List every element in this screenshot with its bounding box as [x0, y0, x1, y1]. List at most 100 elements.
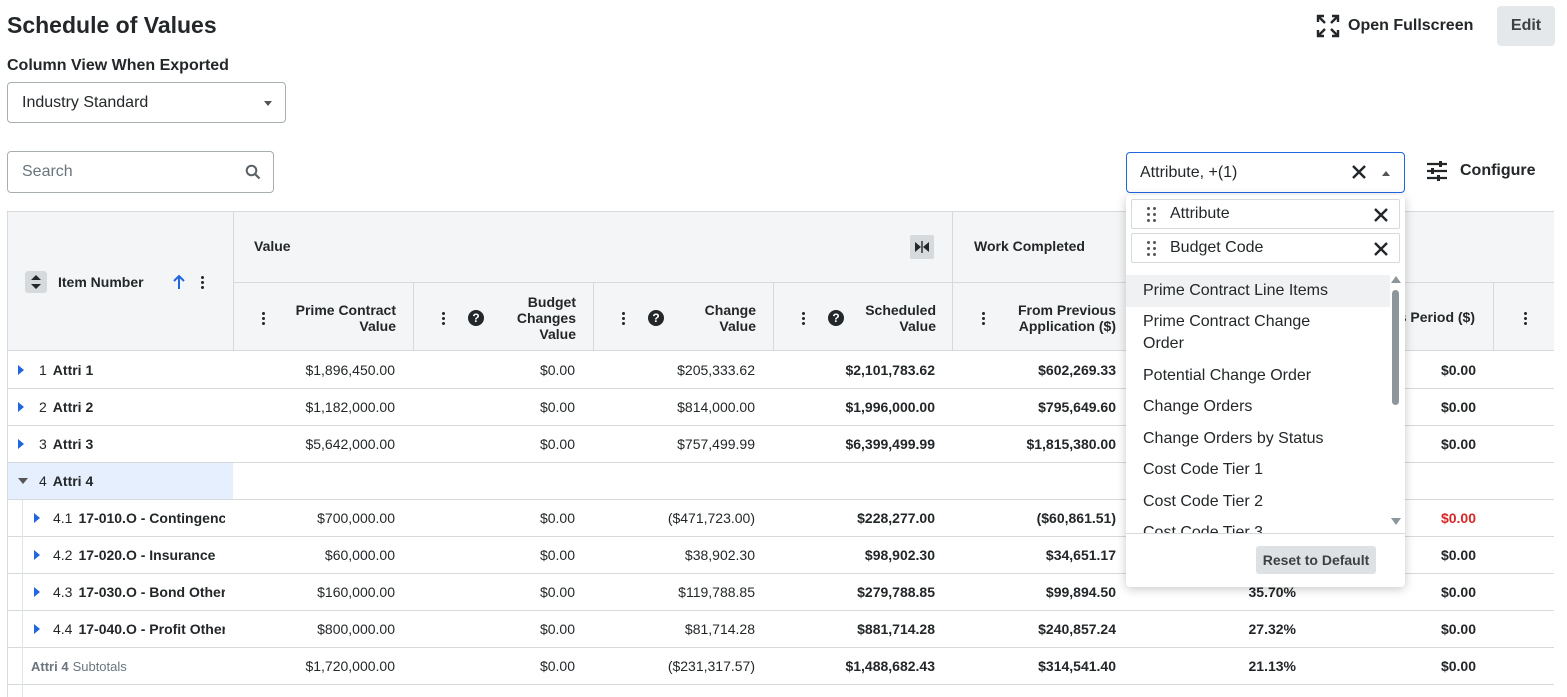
column-view-select[interactable]: Industry Standard — [7, 82, 286, 123]
expand-caret-icon[interactable] — [34, 573, 40, 610]
cell-scheduled-value: $2,101,783.62 — [845, 361, 935, 378]
chip-label: Attribute — [1170, 205, 1230, 222]
column-menu-icon[interactable] — [1522, 308, 1528, 328]
sort-icon — [25, 271, 47, 293]
group-by-value: Attribute, +(1) — [1140, 163, 1238, 181]
column-menu-icon[interactable] — [260, 308, 266, 328]
collapse-caret-icon[interactable] — [18, 462, 28, 499]
column-menu-icon[interactable] — [440, 308, 446, 328]
column-view-value: Industry Standard — [22, 93, 149, 111]
configure-button[interactable]: Configure — [1426, 160, 1536, 182]
option-cost-code-tier-2[interactable]: Cost Code Tier 2 — [1126, 491, 1390, 513]
chevron-up-icon[interactable] — [1382, 171, 1390, 176]
column-menu-icon[interactable] — [620, 308, 626, 328]
clear-icon[interactable] — [1350, 163, 1368, 181]
cell-change-value: $757,499.99 — [677, 435, 755, 452]
edit-button[interactable]: Edit — [1497, 6, 1555, 46]
arrow-up-icon[interactable] — [171, 272, 187, 292]
option-change-orders-by-status[interactable]: Change Orders by Status — [1126, 428, 1390, 450]
help-icon[interactable]: ? — [648, 308, 664, 328]
group-by-dropdown: Attribute Budget Code Prime Contract Lin… — [1126, 195, 1405, 587]
option-prime-contract-line-items[interactable]: Prime Contract Line Items — [1126, 275, 1390, 307]
subtotal-change-value: ($231,317.57) — [667, 658, 755, 674]
sort-toggle-button[interactable] — [25, 270, 47, 294]
option-potential-change-order[interactable]: Potential Change Order — [1126, 365, 1390, 387]
remove-icon[interactable] — [1373, 241, 1389, 257]
column-menu-icon[interactable] — [980, 308, 986, 328]
option-prime-contract-change-order[interactable]: Prime Contract Change Order — [1126, 311, 1326, 355]
option-cost-code-tier-1[interactable]: Cost Code Tier 1 — [1126, 459, 1390, 481]
expand-caret-icon[interactable] — [34, 536, 40, 573]
item-label: 3 Attri 3 — [39, 435, 94, 452]
search-box[interactable] — [7, 151, 274, 193]
scroll-up-icon[interactable] — [1391, 275, 1401, 283]
option-cost-code-tier-3[interactable]: Cost Code Tier 3 — [1126, 522, 1390, 533]
chip-budget-code[interactable]: Budget Code — [1131, 233, 1400, 263]
change-value-header: Change Value — [704, 302, 756, 334]
cell-from-previous: ($60,861.51) — [1036, 509, 1116, 526]
item-label: 4.1 17-010.O - Contingency — [53, 509, 225, 526]
cell-prime-contract-value: $60,000.00 — [324, 546, 395, 563]
expand-icon — [1316, 14, 1340, 38]
search-input[interactable] — [22, 163, 232, 181]
column-menu-icon[interactable] — [800, 308, 806, 328]
expand-caret-icon[interactable] — [18, 351, 24, 388]
cell-budget-changes-value: $0.00 — [539, 546, 575, 563]
drag-handle-icon[interactable] — [1147, 206, 1156, 222]
cell-scheduled-value: $228,277.00 — [857, 509, 935, 526]
group-by-select[interactable]: Attribute, +(1) — [1126, 152, 1405, 193]
expand-caret-icon[interactable] — [18, 388, 24, 425]
chip-attribute[interactable]: Attribute — [1131, 199, 1400, 229]
item-label: 4 Attri 4 — [39, 472, 94, 489]
cell-change-value: $119,788.85 — [678, 583, 755, 600]
item-number-menu-icon[interactable] — [199, 272, 205, 292]
cell-scheduled-value: $881,714.28 — [857, 620, 935, 637]
cell-budget-changes-value: $0.00 — [539, 620, 575, 637]
search-icon[interactable] — [245, 164, 261, 180]
item-label: 1 Attri 1 — [39, 361, 94, 378]
cell-budget-changes-value: $0.00 — [539, 509, 575, 526]
item-label: 4.2 17-020.O - Insurance — [53, 546, 216, 563]
drag-handle-icon[interactable] — [1147, 240, 1156, 256]
configure-label: Configure — [1460, 162, 1536, 179]
group-by-options: Prime Contract Line Items Prime Contract… — [1126, 275, 1390, 533]
chevron-down-icon — [264, 101, 272, 106]
remove-icon[interactable] — [1373, 207, 1389, 223]
cell-change-value: $81,714.28 — [684, 620, 755, 637]
expand-caret-icon[interactable] — [18, 425, 24, 462]
reset-to-default-button[interactable]: Reset to Default — [1256, 546, 1376, 574]
from-previous-application-header: From Previous Application ($) — [1017, 302, 1116, 334]
option-change-orders[interactable]: Change Orders — [1126, 396, 1390, 418]
sliders-icon — [1427, 161, 1447, 181]
item-number-header[interactable]: Item Number — [58, 270, 144, 294]
help-icon[interactable]: ? — [828, 308, 844, 328]
work-completed-group-header: Work Completed — [974, 238, 1085, 254]
cell-prime-contract-value: $160,000.00 — [317, 583, 395, 600]
cell-from-previous: $602,269.33 — [1038, 361, 1116, 378]
scrollbar-thumb[interactable] — [1392, 290, 1399, 405]
subtotal-from-previous: $314,541.40 — [1038, 658, 1116, 674]
collapse-columns-icon[interactable] — [910, 235, 934, 259]
open-fullscreen-button[interactable]: Open Fullscreen — [1316, 13, 1473, 39]
help-icon[interactable]: ? — [468, 308, 484, 328]
scroll-down-icon[interactable] — [1391, 518, 1401, 526]
cell-this-period: $0.00 — [1440, 620, 1476, 637]
page-title: Schedule of Values — [7, 12, 217, 38]
subtotal-this-period: $0.00 — [1440, 658, 1476, 674]
expand-caret-icon[interactable] — [34, 610, 40, 647]
cell-from-previous: $99,894.50 — [1045, 583, 1116, 600]
cell-prime-contract-value: $5,642,000.00 — [305, 435, 395, 452]
cell-prime-contract-value: $1,182,000.00 — [305, 398, 395, 415]
subtotal-label: Attri 4 Subtotals — [31, 658, 127, 674]
item-label: 2 Attri 2 — [39, 398, 94, 415]
expand-caret-icon[interactable] — [34, 499, 40, 536]
cell-change-value: $205,333.62 — [677, 361, 755, 378]
scheduled-value-header: Scheduled Value — [865, 302, 936, 334]
column-view-label: Column View When Exported — [7, 57, 229, 74]
chip-label: Budget Code — [1170, 239, 1264, 256]
subtotal-budget-changes-value: $0.00 — [539, 658, 575, 674]
cell-from-previous: $240,857.24 — [1038, 620, 1116, 637]
cell-budget-changes-value: $0.00 — [539, 361, 575, 378]
cell-scheduled-value: $98,902.30 — [864, 546, 935, 563]
cell-from-previous: $34,651.17 — [1045, 546, 1116, 563]
